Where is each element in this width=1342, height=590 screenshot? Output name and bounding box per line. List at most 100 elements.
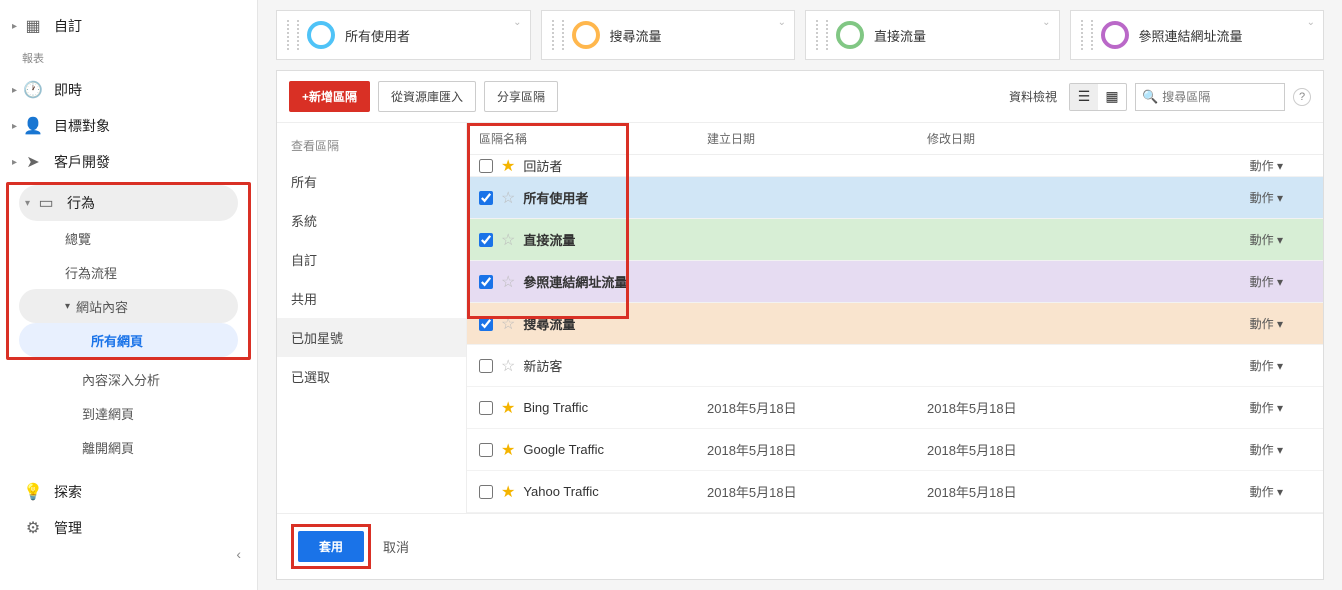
created-date: 2018年5月18日 bbox=[707, 482, 927, 501]
row-actions[interactable]: 動作 ▾ bbox=[1137, 441, 1323, 458]
filter-selected[interactable]: 已選取 bbox=[277, 357, 466, 396]
segment-card[interactable]: 所有使用者⌄ bbox=[276, 10, 531, 60]
segment-card[interactable]: 參照連結網址流量⌄ bbox=[1070, 10, 1325, 60]
filter-starred[interactable]: 已加星號 bbox=[277, 318, 466, 357]
nav-drilldown[interactable]: 內容深入分析 bbox=[0, 362, 257, 396]
table-header: 區隔名稱 建立日期 修改日期 bbox=[467, 123, 1323, 155]
share-button[interactable]: 分享區隔 bbox=[484, 81, 558, 112]
search-input[interactable] bbox=[1162, 90, 1278, 104]
segment-color-icon bbox=[307, 21, 335, 49]
row-checkbox[interactable] bbox=[479, 485, 493, 499]
panel-footer: 套用 取消 bbox=[277, 513, 1323, 579]
nav-acquisition[interactable]: ▸ ➤ 客戶開發 bbox=[0, 144, 257, 180]
star-icon[interactable]: ★ bbox=[501, 398, 515, 418]
drag-handle-icon[interactable] bbox=[1081, 20, 1093, 50]
row-checkbox[interactable] bbox=[479, 401, 493, 415]
drag-handle-icon[interactable] bbox=[287, 20, 299, 50]
view-toggle: ☰ ▦ bbox=[1069, 83, 1127, 111]
segment-name: 回訪者 bbox=[523, 156, 562, 175]
col-name: 區隔名稱 bbox=[467, 130, 707, 147]
star-icon[interactable]: ★ bbox=[501, 440, 515, 460]
segment-card[interactable]: 搜尋流量 ⌄ bbox=[541, 10, 796, 60]
table-row[interactable]: ☆直接流量動作 ▾ bbox=[467, 219, 1323, 261]
row-checkbox[interactable] bbox=[479, 159, 493, 173]
row-actions[interactable]: 動作 ▾ bbox=[1137, 357, 1323, 374]
clock-icon: 🕐 bbox=[22, 80, 44, 100]
filter-custom[interactable]: 自訂 bbox=[277, 240, 466, 279]
nav-overview[interactable]: 總覽 bbox=[9, 221, 248, 255]
row-checkbox[interactable] bbox=[479, 317, 493, 331]
nav-audience[interactable]: ▸ 👤 目標對象 bbox=[0, 108, 257, 144]
row-checkbox[interactable] bbox=[479, 191, 493, 205]
filter-all[interactable]: 所有 bbox=[277, 162, 466, 201]
table-row[interactable]: ★ 回訪者 動作 ▾ bbox=[467, 155, 1323, 177]
segment-card-label: 直接流量 bbox=[874, 26, 926, 45]
new-segment-button[interactable]: +新增區隔 bbox=[289, 81, 370, 112]
star-icon[interactable]: ☆ bbox=[501, 188, 515, 208]
table-row[interactable]: ★Google Traffic2018年5月18日2018年5月18日動作 ▾ bbox=[467, 429, 1323, 471]
help-button[interactable]: ? bbox=[1293, 88, 1311, 106]
nav-exit[interactable]: 離開網頁 bbox=[0, 430, 257, 464]
row-checkbox[interactable] bbox=[479, 275, 493, 289]
nav-realtime-label: 即時 bbox=[54, 80, 82, 100]
row-actions[interactable]: 動作 ▾ bbox=[1137, 273, 1323, 290]
row-actions[interactable]: 動作 ▾ bbox=[1137, 157, 1323, 174]
row-actions[interactable]: 動作 ▾ bbox=[1137, 483, 1323, 500]
behavior-icon: ▭ bbox=[35, 193, 57, 213]
segment-card[interactable]: 直接流量 ⌄ bbox=[805, 10, 1060, 60]
row-checkbox[interactable] bbox=[479, 233, 493, 247]
content-area: 查看區隔 所有 系統 自訂 共用 已加星號 已選取 區隔名稱 建立日期 修改日期 bbox=[277, 123, 1323, 513]
table-row[interactable]: ☆ 所有使用者 動作 ▾ bbox=[467, 177, 1323, 219]
nav-landing[interactable]: 到達網頁 bbox=[0, 396, 257, 430]
nav-flow[interactable]: 行為流程 bbox=[9, 255, 248, 289]
chevron-down-icon[interactable]: ⌄ bbox=[1307, 17, 1315, 28]
row-checkbox[interactable] bbox=[479, 443, 493, 457]
segment-name: Yahoo Traffic bbox=[523, 484, 598, 499]
main-content: 所有使用者⌄搜尋流量⌄直接流量⌄參照連結網址流量⌄ +新增區隔 從資源庫匯入 分… bbox=[258, 0, 1342, 590]
grid-view-button[interactable]: ▦ bbox=[1098, 84, 1126, 110]
table-row[interactable]: ★Yahoo Traffic2018年5月18日2018年5月18日動作 ▾ bbox=[467, 471, 1323, 513]
apply-button[interactable]: 套用 bbox=[298, 531, 364, 562]
star-icon[interactable]: ★ bbox=[501, 482, 515, 502]
nav-audience-label: 目標對象 bbox=[54, 116, 110, 136]
row-actions[interactable]: 動作 ▾ bbox=[1137, 315, 1323, 332]
collapse-sidebar[interactable]: ‹ bbox=[0, 546, 257, 570]
star-icon[interactable]: ★ bbox=[501, 156, 515, 176]
table-row[interactable]: ☆新訪客動作 ▾ bbox=[467, 345, 1323, 387]
list-view-button[interactable]: ☰ bbox=[1070, 84, 1098, 110]
filter-system[interactable]: 系統 bbox=[277, 201, 466, 240]
caret-icon: ▸ bbox=[12, 121, 22, 132]
star-icon[interactable]: ☆ bbox=[501, 272, 515, 292]
nav-all-pages[interactable]: 所有網頁 bbox=[19, 323, 238, 357]
col-modified: 修改日期 bbox=[927, 130, 1137, 147]
nav-behavior[interactable]: ▾ ▭ 行為 bbox=[19, 185, 238, 221]
import-button[interactable]: 從資源庫匯入 bbox=[378, 81, 476, 112]
table-row[interactable]: ☆參照連結網址流量動作 ▾ bbox=[467, 261, 1323, 303]
filter-shared[interactable]: 共用 bbox=[277, 279, 466, 318]
cancel-button[interactable]: 取消 bbox=[383, 537, 409, 556]
star-icon[interactable]: ☆ bbox=[501, 314, 515, 334]
acquire-icon: ➤ bbox=[22, 152, 44, 172]
nav-realtime[interactable]: ▸ 🕐 即時 bbox=[0, 72, 257, 108]
row-checkbox[interactable] bbox=[479, 359, 493, 373]
chevron-down-icon[interactable]: ⌄ bbox=[778, 17, 786, 28]
segment-card-label: 搜尋流量 bbox=[610, 26, 662, 45]
table-row[interactable]: ☆搜尋流量動作 ▾ bbox=[467, 303, 1323, 345]
chevron-down-icon[interactable]: ⌄ bbox=[1042, 17, 1050, 28]
nav-site-content[interactable]: ▾ 網站內容 bbox=[19, 289, 238, 323]
nav-custom[interactable]: ▸ ▦ 自訂 bbox=[0, 8, 257, 44]
nav-admin[interactable]: ⚙ 管理 bbox=[0, 510, 257, 546]
segment-name: 所有使用者 bbox=[523, 188, 588, 207]
star-icon[interactable]: ☆ bbox=[501, 356, 515, 376]
nav-discover[interactable]: 💡 探索 bbox=[0, 474, 257, 510]
chevron-down-icon[interactable]: ⌄ bbox=[513, 17, 521, 28]
row-actions[interactable]: 動作 ▾ bbox=[1137, 189, 1323, 206]
highlight-apply-button: 套用 bbox=[291, 524, 371, 569]
row-actions[interactable]: 動作 ▾ bbox=[1137, 231, 1323, 248]
row-actions[interactable]: 動作 ▾ bbox=[1137, 399, 1323, 416]
star-icon[interactable]: ☆ bbox=[501, 230, 515, 250]
drag-handle-icon[interactable] bbox=[552, 20, 564, 50]
table-row[interactable]: ★Bing Traffic2018年5月18日2018年5月18日動作 ▾ bbox=[467, 387, 1323, 429]
caret-down-icon: ▾ bbox=[65, 301, 70, 312]
drag-handle-icon[interactable] bbox=[816, 20, 828, 50]
